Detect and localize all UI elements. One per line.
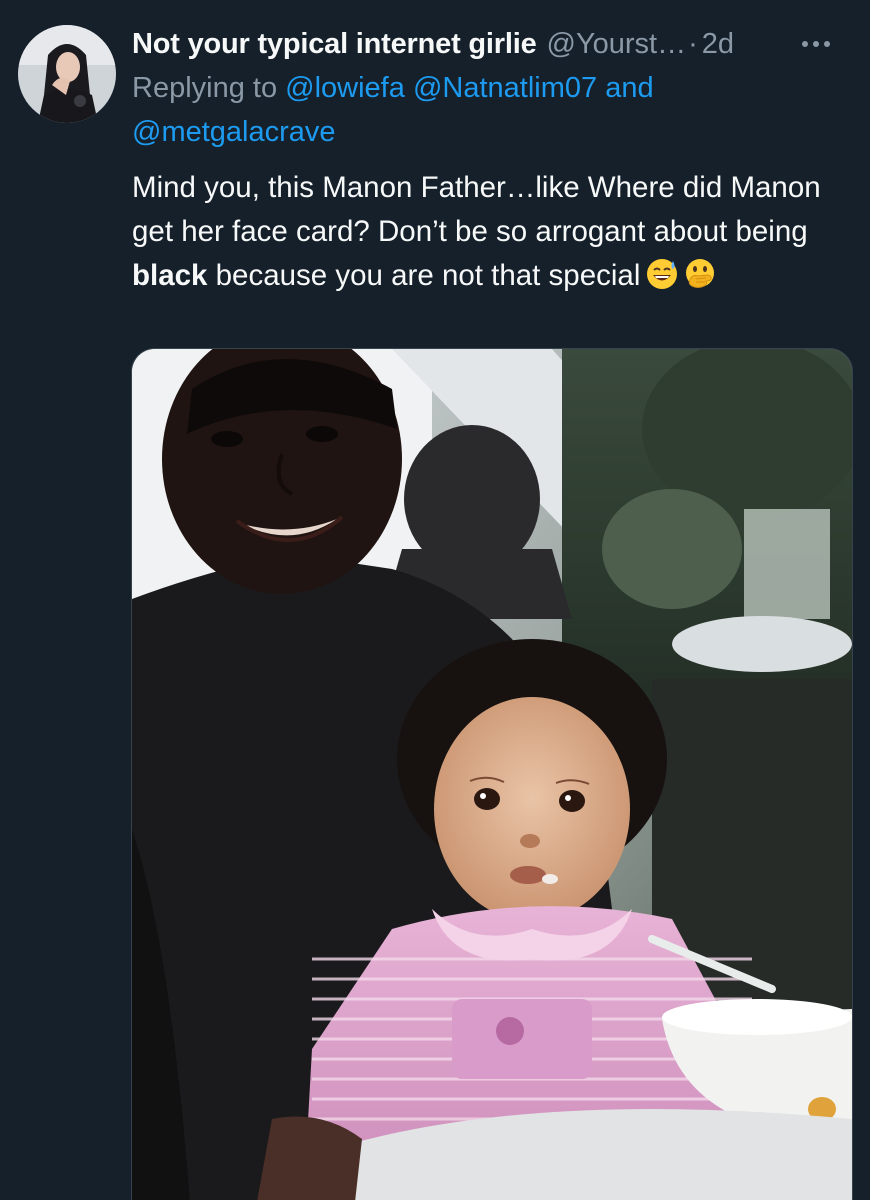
- display-name[interactable]: Not your typical internet girlie: [132, 28, 537, 61]
- mention-link[interactable]: @metgalacrave: [132, 116, 336, 148]
- timestamp[interactable]: 2d: [702, 28, 734, 61]
- tweet-text-part1: Mind you, this Manon Father…like Where d…: [132, 171, 821, 248]
- hand-over-mouth-face-icon: [686, 259, 715, 288]
- mention-link[interactable]: @Natnatlim07: [413, 72, 597, 104]
- grinning-face-with-sweat-icon: [647, 259, 678, 289]
- replying-to: Replying to @lowiefa @Natnatlim07 and @m…: [132, 66, 842, 154]
- mention-link[interactable]: @lowiefa: [285, 72, 405, 104]
- mention-joiner[interactable]: and: [605, 72, 653, 104]
- more-horizontal-icon[interactable]: [796, 24, 836, 64]
- tweet-header: Not your typical internet girlie @Yourst…: [132, 24, 852, 64]
- photo-image: [132, 349, 852, 1200]
- tweet-text: Mind you, this Manon Father…like Where d…: [132, 166, 842, 298]
- replying-prefix: Replying to: [132, 72, 278, 104]
- separator: ·: [688, 27, 698, 60]
- avatar-image: [18, 25, 116, 123]
- tweet-text-part2: because you are not that special: [207, 259, 641, 292]
- handle[interactable]: @Yourst…: [547, 28, 687, 61]
- tweet[interactable]: Not your typical internet girlie @Yourst…: [0, 0, 870, 1200]
- tweet-photo[interactable]: [131, 348, 853, 1200]
- avatar[interactable]: [18, 25, 116, 123]
- tweet-text-bold: black: [132, 259, 208, 292]
